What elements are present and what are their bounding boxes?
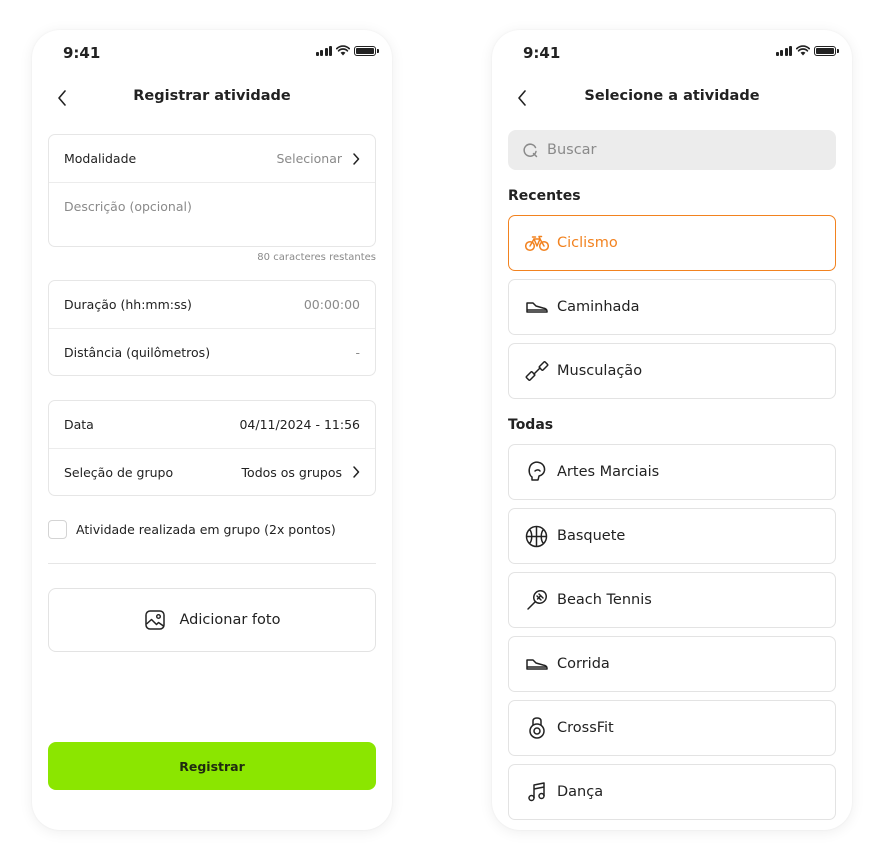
activity-details-card: Modalidade Selecionar Descrição (opciona… [48,134,376,247]
racket-icon [524,588,549,613]
group-row[interactable]: Seleção de grupo Todos os grupos [49,448,375,495]
battery-icon [354,45,379,56]
nav-header: Selecione a atividade [492,82,852,114]
activity-label: Caminhada [557,299,640,315]
activity-label: Ciclismo [557,235,618,251]
char-count: 80 caracteres restantes [257,252,376,263]
group-activity-checkbox[interactable] [48,520,67,539]
activity-label: Beach Tennis [557,592,652,608]
bicycle-icon [524,231,549,256]
signal-icon [315,45,332,56]
shoe-icon [524,295,549,320]
basketball-icon [524,524,549,549]
register-button[interactable]: Registrar [48,742,376,790]
boxing-glove-icon [524,460,549,485]
activity-label: Dança [557,784,604,800]
dumbbell-icon [524,359,549,384]
add-photo-button[interactable]: Adicionar foto [48,588,376,652]
activity-item-artes-marciais[interactable]: Artes Marciais [508,444,836,500]
page-title: Registrar atividade [133,88,291,104]
battery-icon [814,45,839,56]
chevron-right-icon [352,152,360,165]
status-icons [775,45,839,56]
select-activity-screen: 9:41 Selecione a atividade Buscar Recent… [492,30,852,830]
group-activity-label: Atividade realizada em grupo (2x pontos) [76,522,336,537]
activity-item-basquete[interactable]: Basquete [508,508,836,564]
recent-section-title: Recentes [508,188,581,204]
status-icons [315,45,379,56]
distance-label: Distância (quilômetros) [64,344,211,360]
group-activity-option: Atividade realizada em grupo (2x pontos) [48,520,336,539]
search-placeholder: Buscar [547,142,597,158]
activity-item-ciclismo[interactable]: Ciclismo [508,215,836,271]
activity-label: CrossFit [557,720,614,736]
activity-item-danca[interactable]: Dança [508,764,836,820]
duration-row[interactable]: Duração (hh:mm:ss) 00:00:00 [49,281,375,328]
register-activity-screen: 9:41 Registrar atividade Modalidade Sele… [32,30,392,830]
page-title: Selecione a atividade [584,88,760,104]
group-label: Seleção de grupo [64,464,174,480]
signal-icon [775,45,792,56]
date-value: 04/11/2024 - 11:56 [239,417,360,432]
search-icon [523,142,538,157]
activity-label: Basquete [557,528,626,544]
divider [48,563,376,564]
modalidade-label: Modalidade [64,151,137,166]
date-row[interactable]: Data 04/11/2024 - 11:56 [49,401,375,448]
metrics-card: Duração (hh:mm:ss) 00:00:00 Distância (q… [48,280,376,376]
activity-label: Musculação [557,363,643,379]
distance-row[interactable]: Distância (quilômetros) - [49,328,375,375]
description-input[interactable]: Descrição (opcional) [49,182,375,246]
group-value: Todos os grupos [241,464,342,480]
nav-header: Registrar atividade [32,82,392,114]
duration-label: Duração (hh:mm:ss) [64,297,192,312]
status-time: 9:41 [523,44,561,62]
duration-value: 00:00:00 [303,297,360,312]
status-bar: 9:41 [32,30,392,76]
wifi-icon [796,45,810,56]
search-input[interactable]: Buscar [508,130,836,170]
activity-item-crossfit[interactable]: CrossFit [508,700,836,756]
wifi-icon [336,45,350,56]
date-label: Data [64,417,94,432]
modalidade-value: Selecionar [276,151,342,166]
distance-value: - [355,344,360,360]
chevron-right-icon [352,466,360,478]
all-section-title: Todas [508,417,554,433]
shoe-icon [524,652,549,677]
status-time: 9:41 [63,44,101,62]
date-group-card: Data 04/11/2024 - 11:56 Seleção de grupo… [48,400,376,496]
activity-item-corrida[interactable]: Corrida [508,636,836,692]
kettlebell-icon [524,716,549,741]
activity-item-caminhada[interactable]: Caminhada [508,279,836,335]
activity-item-musculacao[interactable]: Musculação [508,343,836,399]
add-photo-label: Adicionar foto [179,612,281,628]
modalidade-row[interactable]: Modalidade Selecionar [49,135,375,182]
activity-label: Artes Marciais [557,464,660,480]
status-bar: 9:41 [492,30,852,76]
image-icon [144,610,165,630]
activity-label: Corrida [557,656,610,672]
activity-item-beach-tennis[interactable]: Beach Tennis [508,572,836,628]
music-note-icon [524,780,549,805]
